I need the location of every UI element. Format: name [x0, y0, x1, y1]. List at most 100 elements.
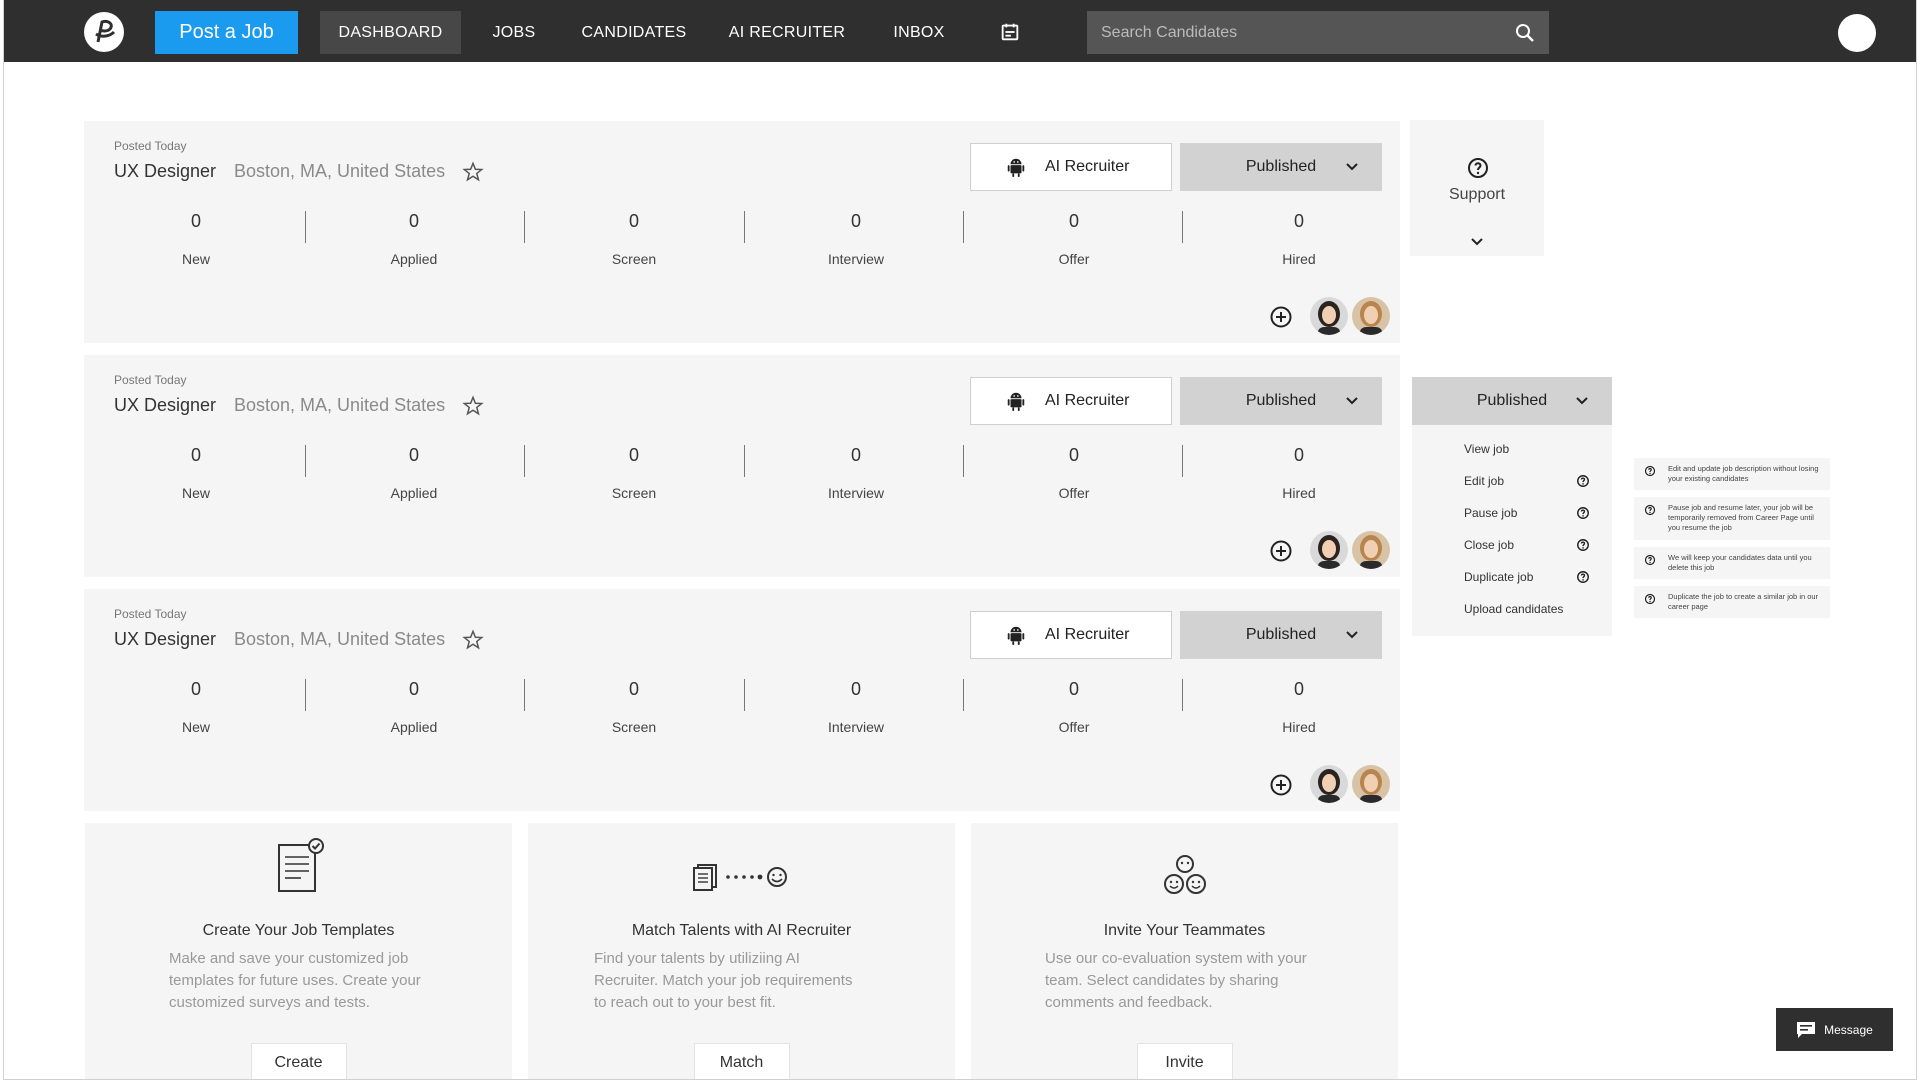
nav-jobs[interactable]: JOBS [479, 11, 549, 54]
stat-count: 0 [190, 445, 201, 465]
stat-hired[interactable]: 0 Hired [1219, 445, 1379, 501]
help-circle-icon[interactable] [1576, 474, 1590, 488]
stat-label: New [181, 719, 210, 735]
stat-hired[interactable]: 0 Hired [1219, 679, 1379, 735]
help-circle-icon[interactable] [1576, 570, 1590, 584]
stat-new[interactable]: 0 New [116, 679, 276, 735]
team-member-avatar[interactable] [1310, 531, 1348, 569]
stat-applied[interactable]: 0 Applied [334, 679, 494, 735]
stat-screen[interactable]: 0 Screen [554, 445, 714, 501]
create-button[interactable]: Create [250, 1043, 347, 1079]
stat-screen[interactable]: 0 Screen [554, 679, 714, 735]
search-input[interactable] [1101, 23, 1501, 42]
stat-label: New [181, 251, 210, 267]
job-title[interactable]: UX Designer [114, 629, 216, 650]
star-icon[interactable] [462, 629, 484, 651]
team-member-avatar[interactable] [1310, 297, 1348, 335]
tooltip-text: Edit and update job description without … [1668, 464, 1819, 483]
search-icon[interactable] [1513, 21, 1537, 45]
team-member-avatar[interactable] [1310, 765, 1348, 803]
menu-item-pause-job[interactable]: Pause job [1464, 506, 1517, 520]
stat-applied[interactable]: 0 Applied [334, 445, 494, 501]
stat-offer[interactable]: 0 Offer [994, 679, 1154, 735]
star-icon[interactable] [462, 161, 484, 183]
star-icon[interactable] [462, 395, 484, 417]
status-dropdown-button[interactable]: Published [1180, 611, 1382, 659]
stat-screen[interactable]: 0 Screen [554, 211, 714, 267]
ai-recruiter-button[interactable]: AI Recruiter [970, 377, 1172, 425]
stat-new[interactable]: 0 New [116, 211, 276, 267]
tooltip-edit-job: Edit and update job description without … [1634, 458, 1830, 490]
stat-offer[interactable]: 0 Offer [994, 211, 1154, 267]
status-dropdown-button[interactable]: Published [1180, 143, 1382, 191]
android-icon [1007, 626, 1025, 646]
add-member-icon[interactable] [1269, 305, 1293, 329]
help-circle-icon[interactable] [1576, 538, 1590, 552]
status-label: Published [1245, 392, 1317, 409]
tooltip-text: We will keep your candidates data until … [1668, 553, 1812, 572]
tooltip-close-job: We will keep your candidates data until … [1634, 547, 1830, 579]
stat-divider [305, 211, 306, 243]
job-card[interactable]: Posted Today UX Designer Boston, MA, Unite… [84, 121, 1400, 343]
stat-interview[interactable]: 0 Interview [776, 445, 936, 501]
stat-hired[interactable]: 0 Hired [1219, 211, 1379, 267]
add-member-icon[interactable] [1269, 773, 1293, 797]
team-member-avatar[interactable] [1352, 531, 1390, 569]
status-dropdown-menu: View job Edit job Pause job Close job Du… [1412, 425, 1612, 636]
status-dropdown-header[interactable]: Published [1412, 377, 1612, 425]
match-documents-icon [692, 864, 787, 891]
stat-label: Applied [390, 485, 438, 501]
promo-description: Find your talents by utiliziing AI Recru… [594, 950, 853, 1011]
stat-label: Hired [1282, 485, 1316, 501]
ai-recruiter-button[interactable]: AI Recruiter [970, 143, 1172, 191]
stat-label: Interview [827, 251, 885, 267]
stat-interview[interactable]: 0 Interview [776, 679, 936, 735]
help-circle-icon[interactable] [1576, 506, 1590, 520]
stat-interview[interactable]: 0 Interview [776, 211, 936, 267]
stat-label: Offer [1058, 485, 1090, 501]
tooltip-text: Pause job and resume later, your job wil… [1668, 503, 1814, 532]
job-card[interactable]: Posted Today UX Designer Boston, MA, Unite… [84, 589, 1400, 811]
team-member-avatar[interactable] [1352, 297, 1390, 335]
post-job-button[interactable]: Post a Job [155, 11, 298, 54]
stat-applied[interactable]: 0 Applied [334, 211, 494, 267]
status-dropdown-button[interactable]: Published [1180, 377, 1382, 425]
nav-ai-recruiter[interactable]: AI RECRUITER [722, 11, 852, 54]
calendar-icon[interactable] [999, 21, 1021, 43]
menu-item-duplicate-job[interactable]: Duplicate job [1464, 570, 1533, 584]
stat-label: Offer [1058, 251, 1090, 267]
invite-button[interactable]: Invite [1136, 1043, 1233, 1079]
promo-description: Use our co-evaluation system with your t… [1045, 950, 1307, 1011]
menu-item-edit-job[interactable]: Edit job [1464, 474, 1504, 488]
stat-offer[interactable]: 0 Offer [994, 445, 1154, 501]
stat-label: Screen [611, 251, 657, 267]
stat-new[interactable]: 0 New [116, 445, 276, 501]
nav-dashboard[interactable]: DASHBOARD [320, 11, 461, 54]
stat-divider [524, 679, 525, 711]
job-title[interactable]: UX Designer [114, 395, 216, 416]
stat-count: 0 [1068, 679, 1079, 699]
message-button[interactable]: Message [1776, 1008, 1893, 1051]
job-card[interactable]: Posted Today UX Designer Boston, MA, Unite… [84, 355, 1400, 577]
stat-divider [744, 679, 745, 711]
stat-count: 0 [408, 679, 419, 699]
brand-logo[interactable] [84, 12, 124, 52]
stat-count: 0 [1293, 211, 1304, 231]
support-panel[interactable]: Support [1410, 120, 1544, 256]
stat-count: 0 [850, 211, 861, 231]
menu-item-upload-candidates[interactable]: Upload candidates [1464, 602, 1563, 616]
stat-count: 0 [628, 211, 639, 231]
team-member-avatar[interactable] [1352, 765, 1390, 803]
nav-candidates[interactable]: CANDIDATES [574, 11, 694, 54]
stat-divider [744, 211, 745, 243]
user-avatar[interactable] [1838, 14, 1876, 52]
help-circle-icon [1644, 504, 1656, 516]
match-button[interactable]: Match [693, 1043, 790, 1079]
menu-item-view-job[interactable]: View job [1464, 442, 1509, 456]
ai-recruiter-button[interactable]: AI Recruiter [970, 611, 1172, 659]
add-member-icon[interactable] [1269, 539, 1293, 563]
job-title[interactable]: UX Designer [114, 161, 216, 182]
menu-item-close-job[interactable]: Close job [1464, 538, 1514, 552]
nav-inbox[interactable]: INBOX [884, 11, 954, 54]
chevron-down-icon[interactable] [1469, 234, 1485, 250]
